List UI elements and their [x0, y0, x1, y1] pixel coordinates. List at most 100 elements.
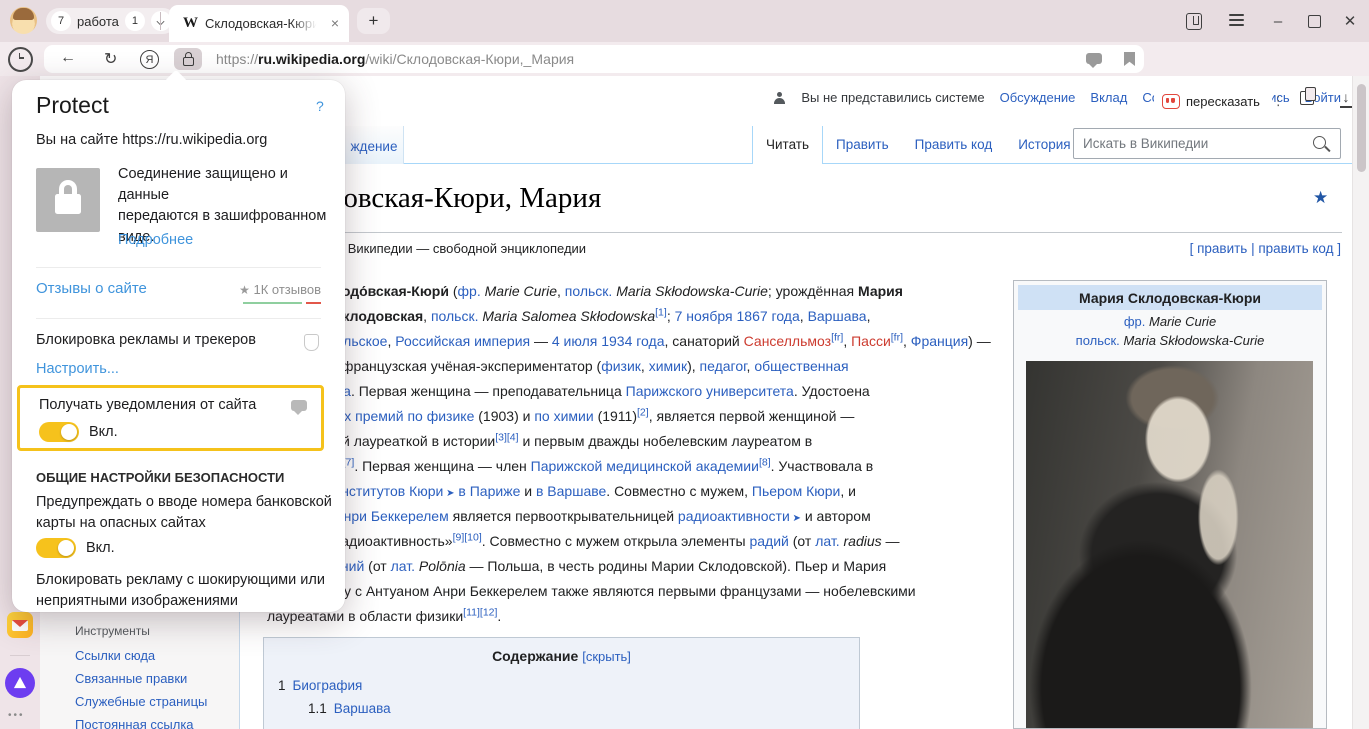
toc-hide-link[interactable]: [скрыть] [582, 649, 631, 664]
card-warning-label: Предупреждать о вводе номера банковской [36, 494, 332, 510]
watch-star-icon[interactable]: ★ [1313, 188, 1328, 208]
scrollbar-thumb[interactable] [1357, 84, 1366, 172]
more-icon[interactable]: ••• [8, 710, 25, 721]
arrow-link-icon[interactable]: ➤ [790, 513, 801, 524]
sidebar-panel-icon[interactable] [1186, 13, 1202, 30]
arrow-link-icon[interactable]: ➤ [443, 488, 454, 499]
user-link[interactable]: Вклад [1090, 90, 1127, 105]
wiki-link[interactable]: Парижского университета [626, 383, 794, 399]
wiki-link[interactable]: фр. [458, 283, 481, 299]
wiki-link[interactable]: радий [749, 533, 788, 549]
user-link[interactable]: Обсуждение [1000, 90, 1076, 105]
bookmark-icon[interactable] [1124, 52, 1135, 66]
page-scrollbar[interactable] [1352, 76, 1369, 729]
toc-item[interactable]: 1.1Варшава [278, 697, 391, 720]
review-star-icon: ★ [239, 283, 250, 297]
reference-link[interactable]: [1] [655, 306, 667, 318]
details-link[interactable]: Подробнее [118, 232, 193, 248]
red-link[interactable]: Пасси [851, 333, 891, 349]
tab-2[interactable]: Править [823, 126, 902, 164]
tab-1[interactable]: Читать [752, 126, 823, 164]
close-button[interactable]: ✕ [1338, 9, 1362, 33]
article-line: Нобелевских премий по физике (1903) и по… [267, 408, 1027, 433]
tab-group-chip[interactable]: 7 работа 1 [46, 8, 176, 34]
rephrase-menu-icon[interactable]: ⋮ [1272, 93, 1285, 109]
wiki-link[interactable]: физик [601, 358, 641, 374]
wiki-link[interactable]: 1934 года [601, 333, 664, 349]
infobox-photo[interactable] [1026, 361, 1313, 729]
infobox-pl-label[interactable]: польск. [1076, 333, 1120, 348]
history-clock-icon[interactable] [8, 47, 33, 72]
section-edit-links[interactable]: [ править | править код ] [1190, 241, 1341, 256]
wiki-link[interactable]: Российская империя [395, 333, 530, 349]
sidebar-tool-link[interactable]: Связанные правки [75, 671, 207, 686]
url-text[interactable]: https://ru.wikipedia.org/wiki/Склодовска… [216, 51, 574, 67]
wiki-link[interactable]: 7 ноября [675, 308, 733, 324]
wiki-link[interactable]: химик [649, 358, 687, 374]
reference-link[interactable]: [11][12] [463, 606, 497, 618]
wiki-link[interactable]: педагог [700, 358, 747, 374]
tab-4[interactable]: История [1005, 126, 1083, 164]
address-bar[interactable]: ← Я ↻ https://ru.wikipedia.org/wiki/Скло… [44, 45, 1144, 73]
text-segment: , [903, 333, 911, 349]
new-tab-button[interactable]: + [357, 8, 390, 34]
protect-lock-button[interactable] [174, 48, 202, 70]
wiki-link[interactable]: лат. [391, 558, 415, 574]
rephrase-button[interactable]: пересказать ⋮ [1154, 87, 1272, 115]
wiki-link[interactable]: Пьером Кюри [752, 483, 841, 499]
text-segment: . Первая женщина — член [354, 458, 530, 474]
reviews-count: ★ 1К отзывов [239, 282, 321, 297]
article-line: термина «радиоактивность»[9][10]. Совмес… [267, 533, 1027, 558]
configure-link[interactable]: Настроить... [36, 361, 119, 377]
wiki-link[interactable]: общественная [754, 358, 848, 374]
collections-icon[interactable] [1300, 91, 1314, 105]
protect-title: Protect [36, 92, 109, 119]
toc-item[interactable]: 1Биография [278, 674, 391, 697]
red-link[interactable]: Санселльмоз [744, 333, 831, 349]
reference-link[interactable]: [8] [759, 456, 771, 468]
comments-icon[interactable] [1086, 53, 1102, 64]
wiki-link[interactable]: 4 июля [552, 333, 597, 349]
tab-discussion-partial[interactable]: ждение [345, 126, 404, 164]
maximize-button[interactable] [1302, 9, 1326, 33]
reference-link[interactable]: [fr] [831, 331, 843, 343]
wiki-link[interactable]: польск. [565, 283, 613, 299]
wiki-link[interactable]: Институтов Кюри [331, 483, 443, 499]
reference-link[interactable]: [fr] [891, 331, 903, 343]
reference-link[interactable]: [3][4] [495, 431, 518, 443]
infobox: Мария Склодовская-Кюри фр. Marie Curie п… [1013, 280, 1327, 729]
profile-avatar[interactable] [10, 7, 37, 34]
mail-icon[interactable] [7, 612, 33, 638]
tab-close-icon[interactable]: × [331, 15, 339, 31]
active-browser-tab[interactable]: W Склодовская-Кюри, Ма × [169, 5, 349, 42]
infobox-fr-label[interactable]: фр. [1124, 314, 1146, 329]
wiki-link[interactable]: Парижской медицинской академии [531, 458, 759, 474]
wiki-link[interactable]: в Варшаве [536, 483, 606, 499]
wiki-link[interactable]: польск. [431, 308, 479, 324]
wiki-link[interactable]: Франция [911, 333, 968, 349]
search-box[interactable]: Искать в Википедии [1073, 128, 1341, 159]
notifications-toggle[interactable] [39, 422, 79, 442]
back-icon[interactable]: ← [60, 49, 76, 67]
reference-link[interactable]: [2] [637, 406, 649, 418]
wiki-link[interactable]: по химии [534, 408, 593, 424]
help-link[interactable]: ? [316, 98, 324, 114]
tab-3[interactable]: Править код [902, 126, 1006, 164]
sidebar-tool-link[interactable]: Служебные страницы [75, 694, 207, 709]
yandex-icon[interactable]: Я [140, 50, 159, 69]
search-icon[interactable] [1313, 136, 1326, 149]
wiki-link[interactable]: лат. [815, 533, 839, 549]
alice-icon[interactable] [5, 668, 35, 698]
site-reviews-link[interactable]: Отзывы о сайте [36, 280, 147, 297]
sidebar-tool-link[interactable]: Постоянная ссылка [75, 717, 207, 729]
reference-link[interactable]: [9][10] [453, 531, 482, 543]
menu-icon[interactable] [1229, 14, 1244, 26]
card-warning-toggle[interactable] [36, 538, 76, 558]
minimize-button[interactable]: – [1266, 9, 1290, 33]
wiki-link[interactable]: радиоактивности [678, 508, 790, 524]
wiki-link[interactable]: 1867 года [737, 308, 800, 324]
wiki-link[interactable]: в Париже [458, 483, 520, 499]
sidebar-tool-link[interactable]: Ссылки сюда [75, 648, 207, 663]
wiki-link[interactable]: Варшава [808, 308, 867, 324]
reload-icon[interactable]: ↻ [104, 49, 117, 69]
